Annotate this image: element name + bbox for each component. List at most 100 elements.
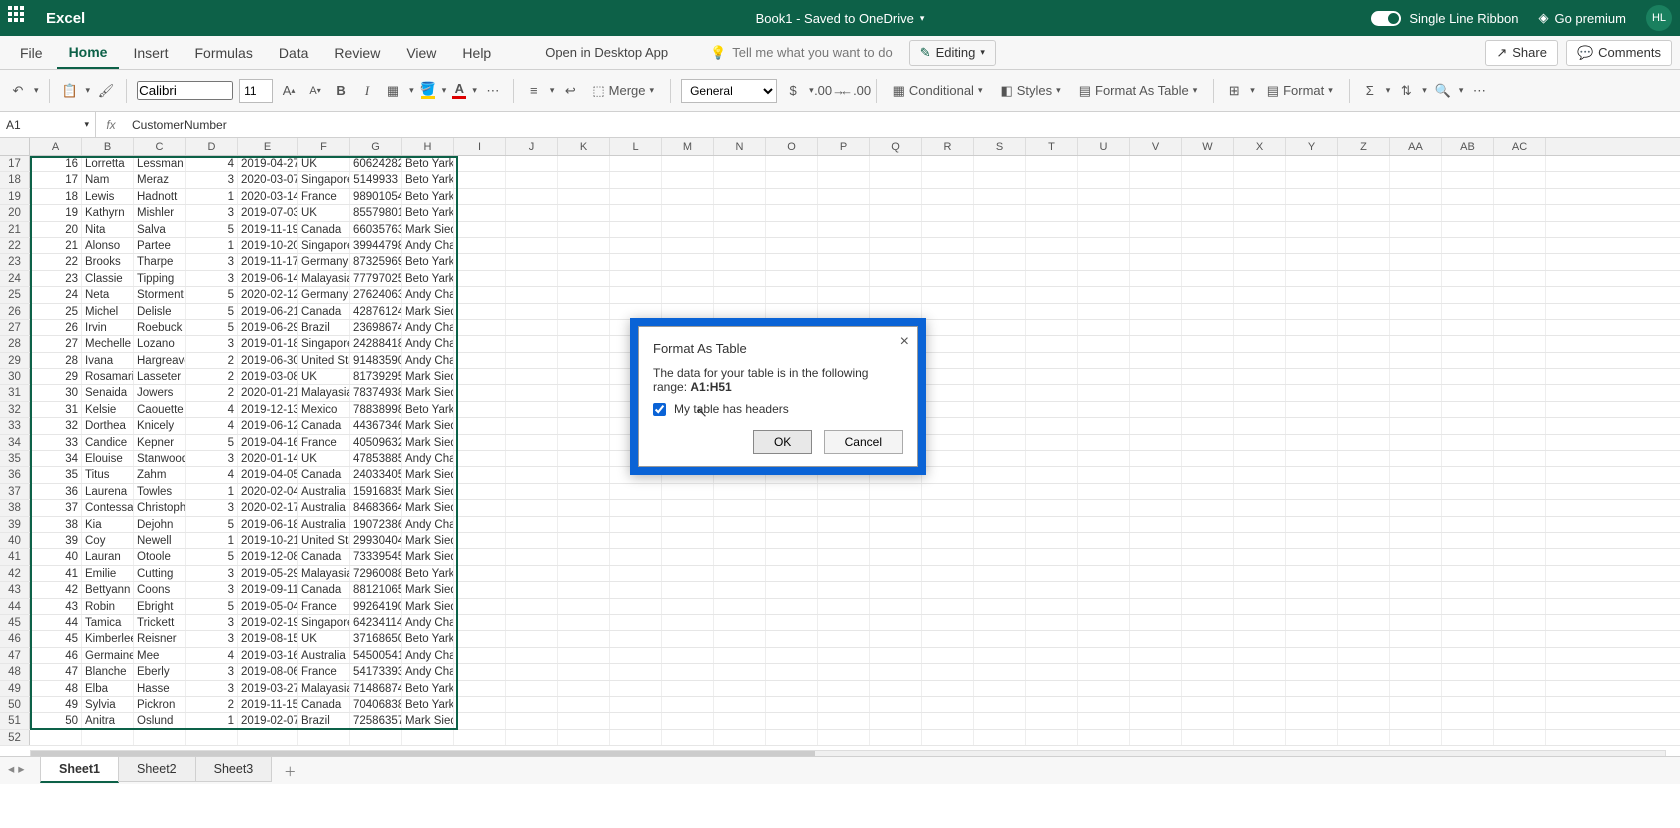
tab-formulas[interactable]: Formulas — [182, 38, 264, 68]
column-header[interactable]: K — [558, 138, 610, 155]
cell[interactable] — [974, 418, 1026, 433]
cell[interactable] — [1182, 320, 1234, 335]
cell[interactable] — [870, 238, 922, 253]
cell[interactable] — [818, 599, 870, 614]
cell[interactable] — [1026, 271, 1078, 286]
table-row[interactable]: 2221AlonsoPartee12019-10-20Singapore3994… — [0, 238, 1680, 254]
cell[interactable]: Eberly — [134, 664, 186, 679]
cell[interactable]: 5 — [186, 304, 238, 319]
cell[interactable] — [1182, 730, 1234, 745]
cell[interactable]: Salva — [134, 222, 186, 237]
cell[interactable]: Mark Siedling — [402, 549, 454, 564]
cell[interactable]: 72586357 — [350, 713, 402, 728]
row-header[interactable]: 42 — [0, 566, 30, 581]
app-launcher-icon[interactable] — [8, 6, 32, 30]
cell[interactable] — [1026, 435, 1078, 450]
cell[interactable] — [1494, 582, 1546, 597]
cell[interactable]: 2019-09-11 — [238, 582, 298, 597]
cell[interactable] — [506, 320, 558, 335]
cell[interactable]: 5 — [186, 517, 238, 532]
cell[interactable] — [1234, 336, 1286, 351]
cell[interactable] — [506, 205, 558, 220]
cell[interactable]: UK — [298, 156, 350, 171]
cell[interactable]: 17 — [30, 172, 82, 187]
cell[interactable]: 2 — [186, 369, 238, 384]
row-header[interactable]: 33 — [0, 418, 30, 433]
cell[interactable]: 99264190 — [350, 599, 402, 614]
add-sheet-button[interactable]: ＋ — [277, 757, 303, 783]
chevron-down-icon[interactable]: ▾ — [34, 85, 39, 96]
cell[interactable] — [1130, 631, 1182, 646]
cell[interactable]: 29 — [30, 369, 82, 384]
share-button[interactable]: ↗Share — [1485, 40, 1558, 66]
cell[interactable] — [1338, 254, 1390, 269]
cell[interactable] — [1338, 156, 1390, 171]
cell[interactable] — [974, 238, 1026, 253]
cell[interactable]: 3 — [186, 336, 238, 351]
cell[interactable] — [870, 172, 922, 187]
cell[interactable] — [1338, 172, 1390, 187]
cell[interactable]: Beto Yark — [402, 172, 454, 187]
cell[interactable]: 3 — [186, 631, 238, 646]
cell[interactable]: 5 — [186, 599, 238, 614]
cell[interactable] — [506, 582, 558, 597]
cell[interactable]: 2019-11-17 — [238, 254, 298, 269]
cell[interactable]: 2019-04-27 — [238, 156, 298, 171]
cell[interactable] — [1026, 402, 1078, 417]
cell[interactable] — [818, 517, 870, 532]
cell[interactable]: 42 — [30, 582, 82, 597]
cell[interactable] — [506, 189, 558, 204]
cell[interactable]: 85579801 — [350, 205, 402, 220]
cell[interactable] — [870, 566, 922, 581]
cell[interactable] — [454, 271, 506, 286]
cell[interactable] — [506, 402, 558, 417]
table-row[interactable]: 2423ClassieTipping32019-06-14Malayasia77… — [0, 271, 1680, 287]
tab-file[interactable]: File — [8, 38, 55, 68]
cell[interactable] — [766, 549, 818, 564]
cell[interactable] — [454, 435, 506, 450]
cell[interactable]: Canada — [298, 697, 350, 712]
cell[interactable] — [1182, 336, 1234, 351]
cell[interactable] — [922, 271, 974, 286]
cell[interactable] — [766, 304, 818, 319]
table-row[interactable]: 2019KathyrnMishler32019-07-03UK85579801B… — [0, 205, 1680, 221]
cell[interactable] — [1130, 418, 1182, 433]
cell[interactable]: 2019-08-06 — [238, 664, 298, 679]
tab-data[interactable]: Data — [267, 38, 321, 68]
cell[interactable] — [662, 517, 714, 532]
cell[interactable] — [1130, 402, 1182, 417]
cell[interactable]: 4 — [186, 648, 238, 663]
cell[interactable] — [1286, 549, 1338, 564]
column-header[interactable]: AB — [1442, 138, 1494, 155]
cell[interactable] — [1494, 336, 1546, 351]
cell[interactable] — [922, 402, 974, 417]
cell[interactable] — [1182, 369, 1234, 384]
cell[interactable]: 98901054 — [350, 189, 402, 204]
cell[interactable]: Hargreave — [134, 353, 186, 368]
cell[interactable]: Sylvia — [82, 697, 134, 712]
cell[interactable] — [1234, 222, 1286, 237]
cell[interactable] — [558, 533, 610, 548]
row-header[interactable]: 46 — [0, 631, 30, 646]
table-row[interactable]: 4342BettyannCoons32019-09-11Canada881210… — [0, 582, 1680, 598]
cell[interactable] — [558, 713, 610, 728]
cell[interactable] — [870, 599, 922, 614]
cell[interactable] — [1078, 336, 1130, 351]
table-row[interactable]: 4544TamicaTrickett32019-02-19Singapore64… — [0, 615, 1680, 631]
cell[interactable] — [766, 599, 818, 614]
column-header[interactable]: X — [1234, 138, 1286, 155]
cell[interactable] — [1390, 533, 1442, 548]
cell[interactable] — [974, 697, 1026, 712]
cell[interactable] — [1390, 697, 1442, 712]
cell[interactable]: 15916835 — [350, 484, 402, 499]
font-size-select[interactable] — [239, 79, 273, 103]
cell[interactable]: 2019-06-14 — [238, 271, 298, 286]
cell[interactable] — [1234, 599, 1286, 614]
cell[interactable]: Andy Champan — [402, 238, 454, 253]
cell[interactable] — [1338, 320, 1390, 335]
cell[interactable] — [558, 451, 610, 466]
cell[interactable]: Canada — [298, 304, 350, 319]
cell[interactable] — [610, 304, 662, 319]
row-header[interactable]: 25 — [0, 287, 30, 302]
cell[interactable] — [506, 730, 558, 745]
